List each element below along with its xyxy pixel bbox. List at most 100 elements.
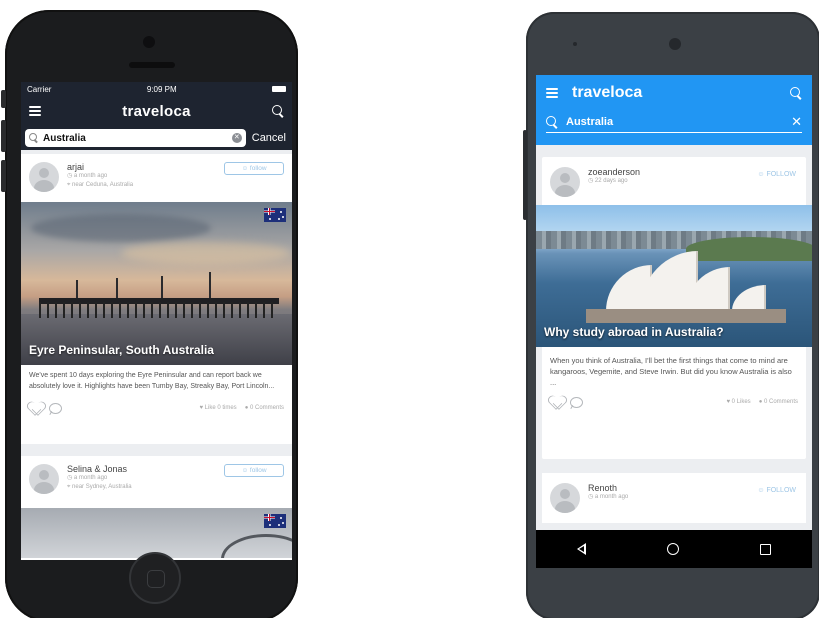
ios-nav-bar: traveloca bbox=[21, 96, 292, 126]
post-location: ⌖ near Ceduna, Australia bbox=[67, 182, 134, 188]
hamburger-menu-icon[interactable] bbox=[29, 106, 41, 116]
post-user-info: Renoth ◷ a month ago bbox=[588, 483, 628, 502]
comment-icon[interactable] bbox=[570, 396, 583, 408]
comments-count-text: 0 Comments bbox=[249, 405, 284, 411]
follow-button-label: follow bbox=[249, 165, 267, 172]
search-icon bbox=[29, 133, 39, 143]
cancel-button[interactable]: Cancel bbox=[250, 132, 288, 144]
ios-screen: Carrier 9:09 PM traveloca Australia ✕ Ca… bbox=[21, 82, 292, 560]
post-time: ◷ a month ago bbox=[67, 475, 108, 481]
post-user-info: arjai ◷ a month ago ⌖ near Ceduna, Austr… bbox=[67, 162, 133, 190]
post-time-text: a month ago bbox=[73, 475, 108, 481]
post-title[interactable]: Eyre Peninsular, South Australia bbox=[29, 343, 214, 357]
post-time-text: a month ago bbox=[73, 173, 108, 179]
app-bar-top: traveloca bbox=[546, 75, 802, 111]
photo-pier-legs bbox=[39, 302, 279, 318]
home-button[interactable] bbox=[129, 552, 181, 604]
carrier-label: Carrier bbox=[27, 84, 52, 94]
post-card[interactable]: zoeanderson ◷ 22 days ago ☺ FOLLOW Why s… bbox=[536, 157, 812, 459]
post-photo[interactable]: Eyre Peninsular, South Australia bbox=[21, 202, 292, 365]
follow-button[interactable]: ☺ FOLLOW bbox=[757, 171, 796, 178]
photo-pole bbox=[76, 280, 78, 300]
post-actions: ♥ 0 Likes ● 0 Comments bbox=[542, 392, 806, 412]
follow-button[interactable]: ☺ FOLLOW bbox=[757, 487, 796, 494]
recent-apps-icon[interactable] bbox=[760, 543, 772, 555]
front-camera bbox=[669, 38, 681, 50]
close-icon[interactable]: ✕ bbox=[791, 114, 802, 130]
post-header: Renoth ◷ a month ago ☺ FOLLOW bbox=[542, 473, 806, 521]
australia-flag-icon bbox=[264, 514, 286, 528]
post-location-text: near Ceduna, Australia bbox=[72, 182, 134, 188]
username[interactable]: Renoth bbox=[588, 483, 628, 493]
comment-icon[interactable] bbox=[49, 402, 62, 414]
post-excerpt: We've spent 10 days exploring the Eyre P… bbox=[29, 372, 275, 390]
status-bar: Carrier 9:09 PM bbox=[21, 82, 292, 96]
back-icon[interactable] bbox=[576, 543, 586, 555]
heart-icon[interactable] bbox=[29, 402, 43, 414]
post-time-text: a month ago bbox=[594, 494, 629, 500]
search-icon bbox=[546, 115, 558, 128]
username[interactable]: zoeanderson bbox=[588, 167, 640, 177]
home-icon[interactable] bbox=[666, 543, 679, 555]
post-stats: ♥ Like 0 times ● 0 Comments bbox=[199, 405, 284, 411]
iphone-device: Carrier 9:09 PM traveloca Australia ✕ Ca… bbox=[1, 10, 298, 618]
post-title[interactable]: Why study abroad in Australia? bbox=[544, 325, 724, 339]
comments-count: ● 0 Comments bbox=[244, 405, 284, 411]
photo-hill bbox=[686, 237, 812, 261]
mute-switch bbox=[1, 90, 6, 108]
comments-count-text: 0 Comments bbox=[763, 399, 798, 405]
username[interactable]: Selina & Jonas bbox=[67, 464, 132, 474]
avatar[interactable] bbox=[29, 464, 59, 494]
photo-cloud bbox=[31, 214, 211, 242]
likes-count-text: Like 0 times bbox=[204, 405, 237, 411]
search-input-value: Australia bbox=[566, 115, 614, 128]
avatar[interactable] bbox=[29, 162, 59, 192]
post-actions: ♥ Like 0 times ● 0 Comments bbox=[21, 398, 292, 418]
app-logo: traveloca bbox=[122, 102, 191, 120]
likes-count: ♥ Like 0 times bbox=[199, 405, 237, 411]
comments-count: ● 0 Comments bbox=[758, 399, 798, 405]
app-logo: traveloca bbox=[572, 84, 643, 101]
avatar[interactable] bbox=[550, 483, 580, 513]
heart-icon[interactable] bbox=[550, 396, 564, 408]
likes-count-text: 0 Likes bbox=[731, 399, 751, 405]
search-input[interactable]: Australia ✕ bbox=[25, 129, 246, 147]
follow-button[interactable]: ☺ follow bbox=[224, 162, 284, 175]
post-location-text: near Sydney, Australia bbox=[72, 484, 132, 490]
photo-opera-shell bbox=[732, 285, 766, 311]
earpiece-speaker bbox=[129, 62, 175, 68]
australia-flag-icon bbox=[264, 208, 286, 222]
hamburger-menu-icon[interactable] bbox=[546, 88, 558, 98]
follow-button[interactable]: ☺ follow bbox=[224, 464, 284, 477]
follow-button-label: follow bbox=[249, 467, 267, 474]
volume-down-button bbox=[1, 160, 6, 192]
stage: Carrier 9:09 PM traveloca Australia ✕ Ca… bbox=[0, 0, 819, 618]
post-header: Selina & Jonas ◷ a month ago ⌖ near Sydn… bbox=[21, 456, 292, 504]
post-user-info: zoeanderson ◷ 22 days ago bbox=[588, 167, 640, 186]
clear-icon[interactable]: ✕ bbox=[231, 133, 242, 143]
android-nav-bar bbox=[536, 530, 812, 568]
avatar[interactable] bbox=[550, 167, 580, 197]
post-card[interactable]: Renoth ◷ a month ago ☺ FOLLOW bbox=[542, 473, 806, 523]
post-location: ⌖ near Sydney, Australia bbox=[67, 484, 132, 490]
post-photo[interactable] bbox=[21, 508, 292, 558]
photo-pole bbox=[161, 276, 163, 300]
photo-opera-base bbox=[586, 309, 786, 323]
photo-cloud bbox=[121, 242, 291, 264]
power-button bbox=[523, 130, 527, 220]
photo-pole bbox=[209, 272, 211, 300]
android-screen: traveloca Australia ✕ zoeanderson ◷ 22 d… bbox=[536, 75, 812, 568]
search-icon[interactable] bbox=[271, 105, 284, 117]
status-time: 9:09 PM bbox=[146, 84, 177, 94]
ios-search-bar: Australia ✕ Cancel bbox=[21, 126, 292, 150]
photo-bridge bbox=[221, 534, 292, 558]
search-input[interactable]: Australia ✕ bbox=[546, 111, 802, 133]
post-card[interactable]: arjai ◷ a month ago ⌖ near Ceduna, Austr… bbox=[21, 154, 292, 444]
username[interactable]: arjai bbox=[67, 162, 133, 172]
post-photo[interactable]: Why study abroad in Australia? bbox=[536, 205, 812, 347]
search-icon[interactable] bbox=[790, 87, 802, 99]
post-time: ◷ a month ago bbox=[67, 173, 108, 179]
post-excerpt: When you think of Australia, I'll bet th… bbox=[550, 356, 792, 387]
android-device: traveloca Australia ✕ zoeanderson ◷ 22 d… bbox=[523, 12, 819, 618]
post-card[interactable]: Selina & Jonas ◷ a month ago ⌖ near Sydn… bbox=[21, 456, 292, 560]
